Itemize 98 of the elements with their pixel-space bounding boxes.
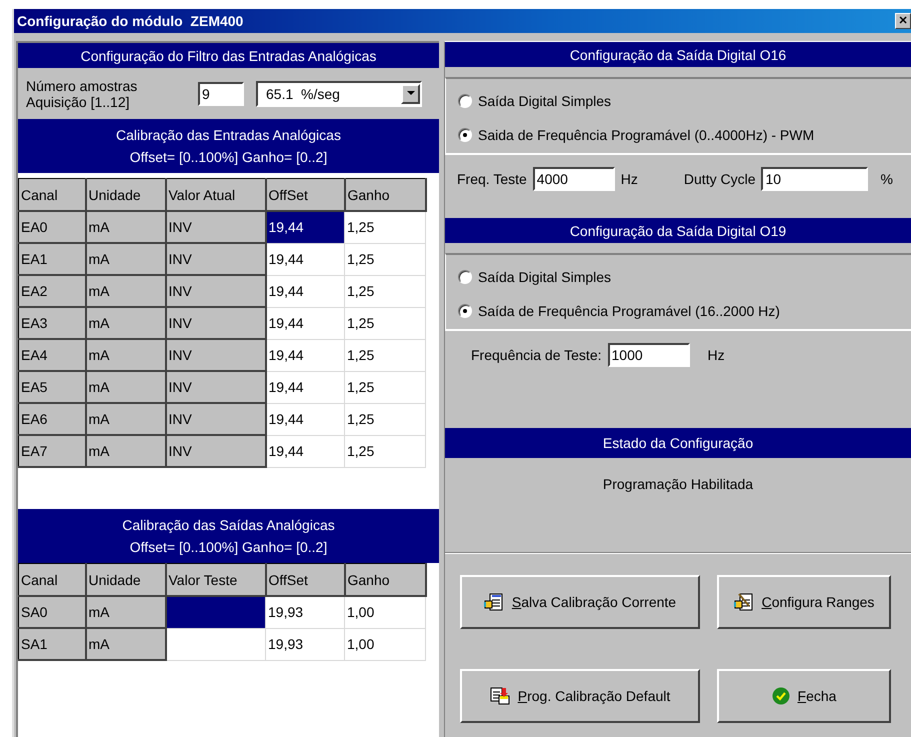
window-title: Configuração do módulo ZEM400	[17, 13, 244, 29]
action-button[interactable]: Prog. Calibração Default	[460, 669, 700, 723]
editable-cell[interactable]: 1,25	[344, 371, 426, 403]
column-header: OffSet	[266, 564, 344, 596]
editable-cell[interactable]: 19,44	[266, 307, 344, 339]
table-cell: mA	[86, 403, 166, 435]
table-cell: mA	[86, 435, 166, 467]
section-title: Estado da Configuração	[602, 434, 754, 453]
table-cell: EA0	[18, 211, 86, 243]
editable-cell[interactable]: 1,00	[344, 596, 426, 628]
editable-cell[interactable]: 19,93	[266, 596, 344, 628]
column-header: OffSet	[266, 178, 344, 211]
editable-cell[interactable]: 19,44	[266, 371, 344, 403]
duty-label: Dutty Cycle	[684, 171, 756, 187]
caret-icon	[406, 91, 414, 96]
freq-label: Freq. Teste	[457, 171, 527, 187]
editable-cell[interactable]: 1,25	[344, 403, 426, 435]
table-cell: mA	[86, 275, 166, 307]
editable-cell[interactable]: 19,44	[266, 275, 344, 307]
column-header: Valor Atual	[166, 178, 266, 211]
section-title: Offset= [0..100%] Ganho= [0..2]	[130, 538, 328, 557]
document-hand-icon	[484, 593, 504, 611]
editable-cell[interactable]	[166, 596, 266, 628]
table-cell: mA	[86, 628, 166, 660]
section-title: Calibração das Entradas Analógicas	[116, 126, 341, 145]
editable-cell[interactable]: 1,25	[344, 275, 426, 307]
table-cell: INV	[166, 211, 266, 243]
table-cell: EA3	[18, 307, 86, 339]
editable-cell[interactable]: 19,44	[266, 243, 344, 275]
column-header: Canal	[18, 178, 86, 211]
radio-option[interactable]: Saída de Frequência Programável (16..2000 Hz)	[458, 303, 899, 319]
action-button[interactable]: Fecha	[717, 669, 891, 723]
editable-cell[interactable]: 1,25	[344, 307, 426, 339]
freq-label: Frequência de Teste:	[471, 347, 602, 363]
radio-option[interactable]: Saída Digital Simples	[458, 93, 899, 109]
unit-label: %	[880, 171, 893, 187]
table-cell: mA	[86, 371, 166, 403]
editable-cell[interactable]: 1,25	[344, 435, 426, 467]
column-header: Canal	[18, 564, 86, 596]
editable-cell[interactable]: 1,25	[344, 243, 426, 275]
table-cell: EA1	[18, 243, 86, 275]
document-arrow-icon	[490, 687, 510, 705]
table-cell: INV	[166, 307, 266, 339]
samples-label: Número amostras Aquisição [1..12]	[26, 78, 138, 110]
table-cell: EA6	[18, 403, 86, 435]
freq-field[interactable]: 1000	[608, 343, 690, 367]
table-cell: EA5	[18, 371, 86, 403]
column-header: Unidade	[86, 178, 166, 211]
table-cell: mA	[86, 339, 166, 371]
rate-dropdown[interactable]: 65.1 %/seg	[256, 80, 422, 106]
section-title: Offset= [0..100%] Ganho= [0..2]	[130, 148, 328, 167]
radio-option[interactable]: Saida de Frequência Programável (0..4000Hz) - PWM	[458, 127, 899, 143]
table-cell: mA	[86, 211, 166, 243]
editable-cell[interactable]: 19,44	[266, 211, 344, 243]
table-cell: INV	[166, 243, 266, 275]
table-cell: EA2	[18, 275, 86, 307]
table-cell: mA	[86, 243, 166, 275]
editable-cell[interactable]: 19,44	[266, 435, 344, 467]
table-cell: INV	[166, 339, 266, 371]
unit-label: Hz	[708, 347, 725, 363]
document-pencil-icon	[734, 593, 754, 611]
dropdown-button[interactable]	[401, 84, 420, 104]
section-title: Configuração da Saída Digital O19	[570, 222, 786, 241]
column-header: Unidade	[86, 564, 166, 596]
table-cell: INV	[166, 435, 266, 467]
editable-cell[interactable]: 19,44	[266, 403, 344, 435]
samples-field[interactable]: 9	[198, 82, 244, 106]
table-cell: SA1	[18, 628, 86, 660]
editable-cell[interactable]: 1,25	[344, 211, 426, 243]
editable-cell[interactable]: 19,93	[266, 628, 344, 660]
rate-value: 65.1 %/seg	[266, 86, 340, 102]
column-header: Ganho	[344, 564, 426, 596]
table-cell: mA	[86, 596, 166, 628]
status-text: Programação Habilitada	[445, 458, 911, 553]
editable-cell[interactable]	[166, 628, 266, 660]
close-button[interactable]: ✕	[895, 13, 911, 29]
table-cell: INV	[166, 275, 266, 307]
section-title: Configuração do Filtro das Entradas Analógicas	[80, 46, 376, 66]
table-cell: INV	[166, 371, 266, 403]
duty-field[interactable]: 10	[761, 167, 868, 191]
table-cell: mA	[86, 307, 166, 339]
unit-label: Hz	[620, 171, 638, 187]
action-button[interactable]: Configura Ranges	[717, 575, 891, 629]
editable-cell[interactable]: 1,25	[344, 339, 426, 371]
freq-field[interactable]: 4000	[532, 167, 615, 191]
table-cell: INV	[166, 403, 266, 435]
section-title: Calibração das Saídas Analógicas	[122, 516, 335, 535]
editable-cell[interactable]: 19,44	[266, 339, 344, 371]
action-button[interactable]: Salva Calibração Corrente	[460, 575, 700, 629]
column-header: Ganho	[344, 178, 426, 211]
column-header: Valor Teste	[166, 564, 266, 596]
editable-cell[interactable]: 1,00	[344, 628, 426, 660]
section-title: Configuração da Saída Digital O16	[570, 46, 786, 65]
table-cell: SA0	[18, 596, 86, 628]
table-cell: EA4	[18, 339, 86, 371]
radio-option[interactable]: Saída Digital Simples	[458, 269, 899, 285]
check-icon	[772, 687, 790, 705]
table-cell: EA7	[18, 435, 86, 467]
